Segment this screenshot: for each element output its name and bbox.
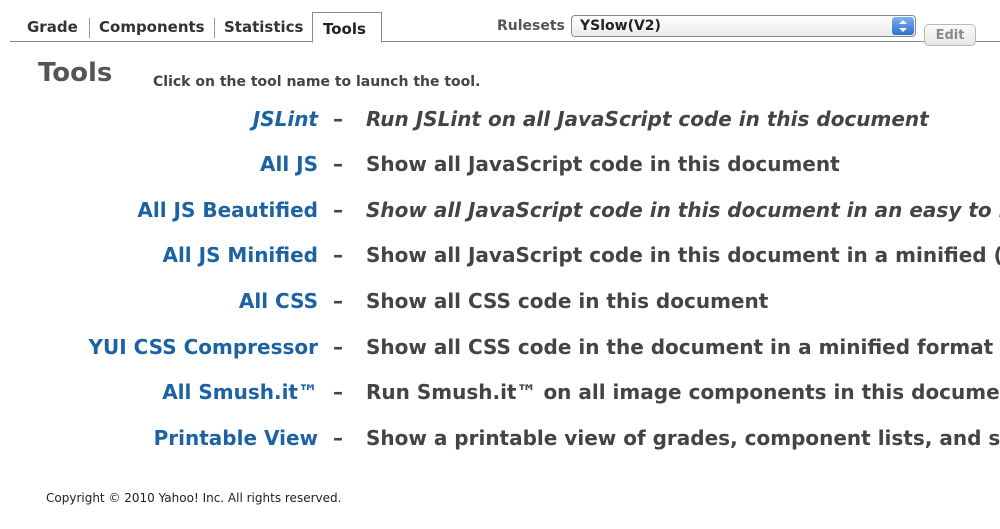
tool-row: Printable View – Show a printable view o… [0,426,1000,456]
tab-bar: Grade Components Statistics Tools Rulese… [0,0,1000,46]
tool-row: All JS – Show all JavaScript code in thi… [0,152,1000,182]
tool-link-printable-view[interactable]: Printable View [154,426,318,450]
tool-row: All Smush.it™ – Run Smush.it™ on all ima… [0,380,1000,410]
tab-statistics[interactable]: Statistics [214,14,313,40]
tool-separator: – [333,289,343,313]
tool-link-jslint[interactable]: JSLint [253,107,318,131]
intro-text: Click on the tool name to launch the too… [153,74,481,90]
rulesets-label: Rulesets [497,18,565,34]
tool-row: All JS Minified – Show all JavaScript co… [0,243,1000,273]
tool-description: Show all JavaScript code in this documen… [366,152,840,176]
tool-row: YUI CSS Compressor – Show all CSS code i… [0,335,1000,365]
tool-separator: – [333,152,343,176]
page-title: Tools [38,58,113,88]
rulesets-selected-value: YSlow(V2) [580,18,661,34]
rulesets-select[interactable]: YSlow(V2) [571,15,916,37]
tool-description: Show all CSS code in the document in a m… [366,335,994,359]
tool-separator: – [333,243,343,267]
tool-description: Run Smush.it™ on all image components in… [366,380,1000,404]
tab-grade[interactable]: Grade [17,14,88,40]
tool-description: Show all JavaScript code in this documen… [366,198,1000,222]
tool-description: Show all CSS code in this document [366,289,769,313]
tool-separator: – [333,335,343,359]
tool-separator: – [333,426,343,450]
tool-link-yui-css-compressor[interactable]: YUI CSS Compressor [89,335,318,359]
copyright-text: Copyright © 2010 Yahoo! Inc. All rights … [46,491,342,505]
tool-row: All CSS – Show all CSS code in this docu… [0,289,1000,319]
tool-description: Show all JavaScript code in this documen… [366,243,1000,267]
tab-tools[interactable]: Tools [312,12,382,43]
tool-link-all-css[interactable]: All CSS [239,289,318,313]
tool-separator: – [333,380,343,404]
tool-link-all-js-beautified[interactable]: All JS Beautified [137,198,318,222]
tab-components[interactable]: Components [89,14,215,40]
edit-button[interactable]: Edit [924,24,976,46]
tool-link-all-js[interactable]: All JS [260,152,318,176]
tool-description: Show a printable view of grades, compone… [366,426,1000,450]
tool-description: Run JSLint on all JavaScript code in thi… [366,107,929,131]
tool-row: All JS Beautified – Show all JavaScript … [0,198,1000,228]
tab-bar-baseline [10,41,1000,42]
tool-separator: – [333,107,343,131]
tool-link-all-smushit[interactable]: All Smush.it™ [162,380,318,404]
tool-separator: – [333,198,343,222]
tool-row: JSLint – Run JSLint on all JavaScript co… [0,107,1000,137]
select-arrows-icon [892,17,914,35]
tool-link-all-js-minified[interactable]: All JS Minified [162,243,318,267]
